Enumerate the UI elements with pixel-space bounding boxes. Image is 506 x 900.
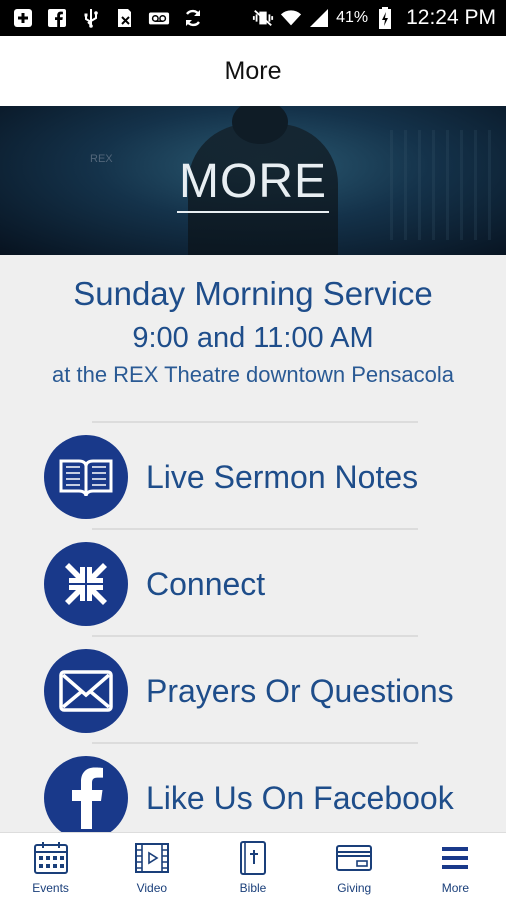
hero-title: MORE xyxy=(0,154,506,213)
menu-item-prayers-or-questions[interactable]: Prayers Or Questions xyxy=(44,648,484,734)
divider xyxy=(92,421,418,423)
bible-icon xyxy=(234,839,272,877)
sd-card-icon xyxy=(114,8,136,28)
sync-icon xyxy=(182,8,204,28)
service-title: Sunday Morning Service xyxy=(73,275,433,312)
mute-vibrate-icon xyxy=(252,8,274,28)
tab-more[interactable]: More xyxy=(405,833,506,900)
credit-card-icon xyxy=(335,839,373,877)
envelope-icon xyxy=(44,649,128,733)
status-bar: 41% 12:24 PM xyxy=(0,0,506,36)
facebook-icon xyxy=(44,756,128,840)
divider xyxy=(92,742,418,744)
hero-title-text: MORE xyxy=(177,155,329,213)
battery-charging-icon xyxy=(374,7,396,29)
hero-banner: REX MORE xyxy=(0,106,506,255)
facebook-icon xyxy=(46,8,68,28)
tab-label: Events xyxy=(32,881,69,895)
clock: 12:24 PM xyxy=(406,6,496,29)
tab-giving[interactable]: Giving xyxy=(304,833,405,900)
title-bar: More xyxy=(0,36,506,106)
usb-icon xyxy=(80,8,102,28)
divider xyxy=(92,635,418,637)
battery-percent: 41% xyxy=(336,9,369,26)
menu-item-live-sermon-notes[interactable]: Live Sermon Notes xyxy=(44,434,484,520)
tab-events[interactable]: Events xyxy=(0,833,101,900)
bottom-tab-bar: Events Video Bible Giving More xyxy=(0,832,506,900)
menu-item-label: Live Sermon Notes xyxy=(146,458,419,495)
menu-item-label: Connect xyxy=(146,565,266,602)
hamburger-menu-icon xyxy=(436,839,474,877)
service-location: at the REX Theatre downtown Pensacola xyxy=(52,362,454,387)
service-info: Sunday Morning Service 9:00 and 11:00 AM… xyxy=(0,270,506,392)
tab-video[interactable]: Video xyxy=(101,833,202,900)
tab-label: Bible xyxy=(239,881,267,895)
tab-label: Video xyxy=(136,881,168,895)
menu-item-connect[interactable]: Connect xyxy=(44,541,484,627)
calendar-icon xyxy=(32,839,70,877)
page-title: More xyxy=(224,56,282,85)
menu-item-like-us-on-facebook[interactable]: Like Us On Facebook xyxy=(44,755,484,841)
arrows-converge-icon xyxy=(44,542,128,626)
menu-item-label: Prayers Or Questions xyxy=(146,672,454,709)
wifi-icon xyxy=(280,8,302,28)
service-time: 9:00 and 11:00 AM xyxy=(132,322,374,354)
film-icon xyxy=(133,839,171,877)
open-book-icon xyxy=(44,435,128,519)
signal-icon xyxy=(308,8,330,28)
tab-label: Giving xyxy=(337,881,372,895)
tab-bible[interactable]: Bible xyxy=(202,833,303,900)
divider xyxy=(92,528,418,530)
menu-item-label: Like Us On Facebook xyxy=(146,779,454,816)
tab-label: More xyxy=(441,881,470,895)
plus-square-icon xyxy=(12,8,34,28)
voicemail-icon xyxy=(148,8,170,28)
